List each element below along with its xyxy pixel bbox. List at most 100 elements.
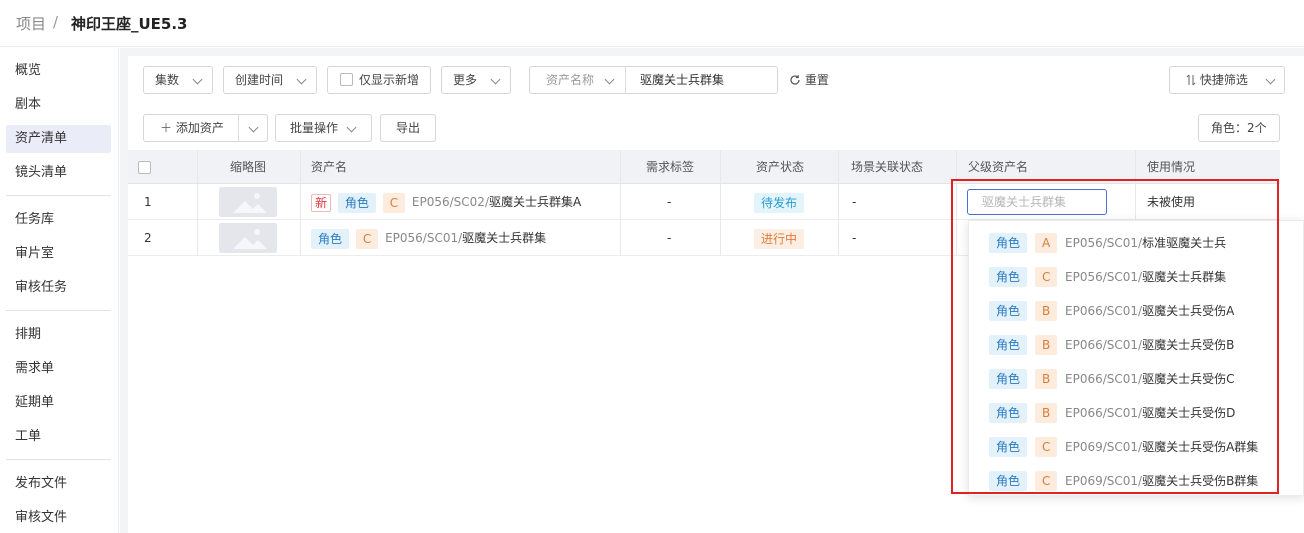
column-header-parent-asset[interactable]: 父级资产名 — [968, 150, 1028, 184]
chevron-down-icon — [346, 122, 357, 133]
grade-tag: A — [1035, 233, 1058, 253]
option-label: EP069/SC01/驱魔关士兵受伤A群集 — [1065, 430, 1258, 464]
option-code: EP066/SC01/ — [1065, 338, 1143, 352]
sidebar: 概览 剧本 资产清单 镜头清单 任务库 审片室 审核任务 排期 需求单 延期单 … — [0, 48, 119, 533]
column-header-usage[interactable]: 使用情况 — [1147, 150, 1195, 184]
thumbnail-placeholder-icon[interactable] — [219, 223, 277, 253]
created-time-filter[interactable]: 创建时间 — [223, 66, 317, 94]
column-divider — [300, 150, 301, 256]
select-all-checkbox[interactable] — [138, 161, 151, 174]
sidebar-divider — [6, 195, 111, 196]
asset-name-search-input[interactable]: 驱魔关士兵群集 — [640, 67, 724, 93]
chevron-down-icon — [296, 74, 307, 85]
status-badge[interactable]: 待发布 — [754, 192, 805, 213]
grade-tag: C — [1035, 471, 1058, 491]
batch-ops-button[interactable]: 批量操作 — [275, 114, 372, 142]
asset-name: 驱魔关士兵群集A — [488, 195, 582, 209]
usage-cell: 未被使用 — [1147, 195, 1196, 209]
chevron-down-icon — [1265, 74, 1276, 85]
more-filters-button[interactable]: 更多 — [441, 66, 511, 94]
column-header-asset-status[interactable]: 资产状态 — [756, 150, 804, 184]
export-label: 导出 — [396, 121, 421, 135]
sidebar-item-delay-orders[interactable]: 延期单 — [6, 389, 111, 417]
option-name: 驱魔关士兵受伤B — [1142, 338, 1235, 352]
role-count-label: 角色：2个 — [1211, 121, 1267, 135]
top-bar: 项目 / 神印王座_UE5.3 — [0, 0, 1304, 47]
role-count-badge[interactable]: 角色：2个 — [1198, 114, 1280, 142]
sidebar-item-shot-list[interactable]: 镜头清单 — [6, 159, 111, 187]
sidebar-item-task-library[interactable]: 任务库 — [6, 206, 111, 234]
sidebar-item-overview[interactable]: 概览 — [6, 57, 111, 85]
option-label: EP066/SC01/驱魔关士兵受伤B — [1065, 328, 1234, 362]
column-divider — [720, 150, 721, 256]
option-label: EP056/SC01/标准驱魔关士兵 — [1065, 226, 1226, 260]
only-new-toggle[interactable]: 仅显示新增 — [327, 66, 431, 94]
reset-button[interactable]: 重置 — [789, 66, 829, 94]
sidebar-item-review-tasks[interactable]: 审核任务 — [6, 274, 111, 302]
column-header-demand-tag[interactable]: 需求标签 — [646, 150, 694, 184]
status-badge[interactable]: 进行中 — [754, 228, 805, 249]
grade-tag: C — [1035, 267, 1058, 287]
quick-filter-button[interactable]: 快捷筛选 — [1169, 66, 1285, 94]
option-name: 驱魔关士兵群集 — [1142, 270, 1227, 284]
parent-asset-dropdown: 角色 A EP056/SC01/标准驱魔关士兵 角色 C EP056/SC01/… — [968, 220, 1304, 496]
dropdown-option[interactable]: 角色 C EP056/SC01/驱魔关士兵群集 — [969, 260, 1304, 294]
scene-link-cell: - — [852, 195, 857, 209]
sidebar-item-published-files[interactable]: 发布文件 — [6, 470, 111, 498]
add-asset-label: 添加资产 — [175, 121, 224, 135]
dropdown-option[interactable]: 角色 B EP066/SC01/驱魔关士兵受伤B — [969, 328, 1304, 362]
column-header-scene-link-status[interactable]: 场景关联状态 — [851, 150, 923, 184]
add-asset-button[interactable]: ＋ 添加资产 — [143, 114, 268, 142]
status-cell: 待发布 — [754, 184, 805, 220]
option-name: 驱魔关士兵受伤B群集 — [1142, 474, 1259, 488]
breadcrumb-root[interactable]: 项目 — [16, 13, 46, 34]
role-tag: 角色 — [337, 192, 376, 213]
sidebar-item-script[interactable]: 剧本 — [6, 91, 111, 119]
chevron-down-icon — [604, 74, 615, 85]
option-code: EP066/SC01/ — [1065, 406, 1143, 420]
scene-link-cell: - — [852, 231, 857, 245]
export-button[interactable]: 导出 — [380, 114, 436, 142]
column-divider — [197, 150, 198, 256]
chevron-down-icon — [192, 74, 203, 85]
sidebar-divider — [6, 459, 111, 460]
sidebar-item-work-orders[interactable]: 工单 — [6, 423, 111, 451]
dropdown-option[interactable]: 角色 A EP056/SC01/标准驱魔关士兵 — [969, 226, 1304, 260]
sidebar-item-schedule[interactable]: 排期 — [6, 321, 111, 349]
option-name: 驱魔关士兵受伤A群集 — [1142, 440, 1259, 454]
breadcrumb-current-project: 神印王座_UE5.3 — [71, 15, 188, 33]
asset-name: 驱魔关士兵群集 — [462, 231, 547, 245]
asset-name-field-select[interactable]: 资产名称 — [546, 67, 594, 93]
dropdown-option[interactable]: 角色 B EP066/SC01/驱魔关士兵受伤A — [969, 294, 1304, 328]
sidebar-item-review-room[interactable]: 审片室 — [6, 240, 111, 268]
refresh-icon — [790, 75, 800, 85]
sidebar-item-review-files[interactable]: 审核文件 — [6, 504, 111, 532]
divider — [238, 115, 239, 141]
grade-tag: B — [1035, 403, 1058, 423]
sidebar-item-requirements[interactable]: 需求单 — [6, 355, 111, 383]
chevron-down-icon[interactable] — [248, 122, 259, 133]
quick-filter-label: 快捷筛选 — [1199, 73, 1248, 87]
new-badge: 新 — [311, 193, 332, 212]
grade-tag: C — [382, 192, 406, 213]
asset-name-cell[interactable]: 角色 C EP056/SC01/驱魔关士兵群集 — [311, 220, 546, 256]
only-new-label: 仅显示新增 — [359, 73, 420, 87]
dropdown-option[interactable]: 角色 B EP066/SC01/驱魔关士兵受伤C — [969, 362, 1304, 396]
demand-tag-cell: - — [667, 231, 672, 245]
option-label: EP066/SC01/驱魔关士兵受伤D — [1065, 396, 1235, 430]
option-code: EP066/SC01/ — [1065, 372, 1143, 386]
thumbnail-placeholder-icon[interactable] — [219, 187, 277, 217]
dropdown-option[interactable]: 角色 C EP069/SC01/驱魔关士兵受伤B群集 — [969, 464, 1304, 498]
asset-name-cell[interactable]: 新 角色 C EP056/SC02/驱魔关士兵群集A — [311, 184, 581, 220]
sidebar-item-asset-list[interactable]: 资产清单 — [6, 125, 111, 153]
role-tag: 角色 — [989, 403, 1028, 423]
episode-filter[interactable]: 集数 — [143, 66, 213, 94]
dropdown-option[interactable]: 角色 C EP069/SC01/驱魔关士兵受伤A群集 — [969, 430, 1304, 464]
only-new-checkbox[interactable] — [340, 73, 353, 86]
dropdown-option[interactable]: 角色 B EP066/SC01/驱魔关士兵受伤D — [969, 396, 1304, 430]
option-code: EP056/SC01/ — [1065, 236, 1143, 250]
column-divider — [620, 150, 621, 256]
parent-asset-select-input[interactable]: 驱魔关士兵群集 — [967, 189, 1107, 215]
column-header-asset-name[interactable]: 资产名 — [311, 150, 347, 184]
option-code: EP056/SC01/ — [1065, 270, 1143, 284]
